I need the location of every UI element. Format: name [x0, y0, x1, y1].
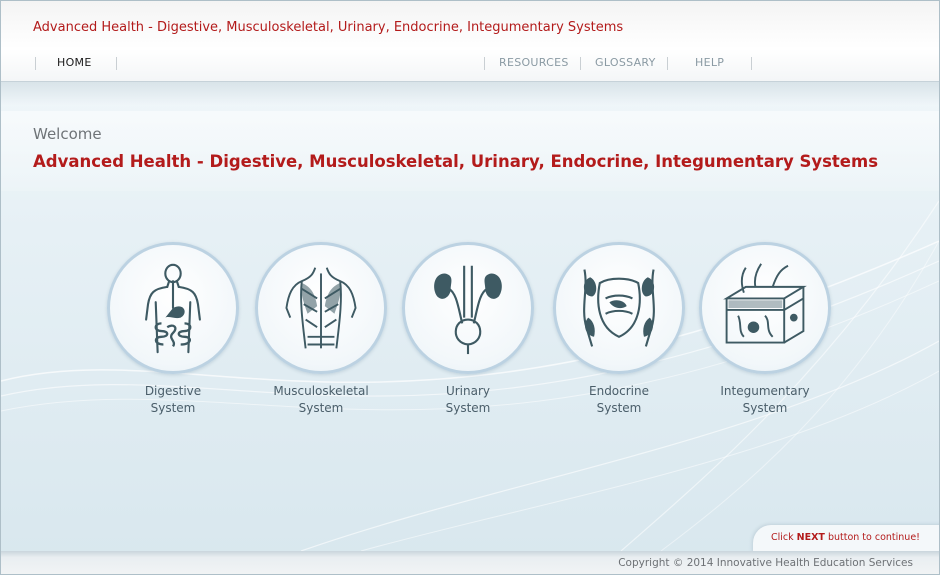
digestive-label: Digestive System [103, 383, 243, 417]
endocrine-system-button[interactable]: Endocrine System [549, 242, 689, 417]
next-hint-prefix: Click [771, 532, 797, 543]
system-label-line: System [742, 401, 788, 415]
nav-divider [484, 57, 485, 70]
system-label-line: Integumentary [720, 384, 810, 398]
system-label-line: Endocrine [589, 384, 649, 398]
header-bar: Advanced Health - Digestive, Musculoskel… [1, 1, 939, 82]
musculoskeletal-system-icon [285, 267, 357, 349]
system-label-line: System [150, 401, 196, 415]
nav-divider [580, 57, 581, 70]
system-label-line: Musculoskeletal [273, 384, 369, 398]
endocrine-system-icon [583, 269, 655, 347]
musculoskeletal-system-button[interactable]: Musculoskeletal System [251, 242, 391, 417]
copyright-text: Copyright © 2014 Innovative Health Educa… [618, 557, 913, 569]
system-label-line: Digestive [144, 384, 202, 398]
system-label-line: Urinary [445, 384, 491, 398]
nav-divider [116, 57, 117, 70]
urinary-system-icon [434, 265, 502, 355]
next-hint-suffix: button to continue! [824, 532, 920, 543]
nav-resources[interactable]: RESOURCES [499, 56, 569, 69]
endocrine-circle[interactable] [553, 242, 685, 374]
digestive-circle[interactable] [107, 242, 239, 374]
nav-help[interactable]: HELP [695, 56, 724, 69]
page-title: Advanced Health - Digestive, Musculoskel… [33, 152, 879, 171]
app-title: Advanced Health - Digestive, Musculoskel… [33, 20, 624, 35]
musculoskeletal-label: Musculoskeletal System [251, 383, 391, 417]
digestive-system-button[interactable]: Digestive System [103, 242, 243, 417]
header-shadow [1, 81, 939, 105]
integumentary-system-button[interactable]: Integumentary System [695, 242, 835, 417]
title-band [1, 111, 939, 191]
urinary-label: Urinary System [398, 383, 538, 417]
musculoskeletal-circle[interactable] [255, 242, 387, 374]
next-hint-strong: NEXT [796, 532, 825, 543]
course-window: Advanced Health - Digestive, Musculoskel… [0, 0, 940, 575]
digestive-system-icon [145, 263, 201, 354]
integumentary-circle[interactable] [699, 242, 831, 374]
system-label-line: System [596, 401, 642, 415]
system-label-line: System [445, 401, 491, 415]
nav-glossary[interactable]: GLOSSARY [595, 56, 656, 69]
welcome-text: Welcome [33, 125, 102, 143]
system-label-line: System [298, 401, 344, 415]
nav-divider [667, 57, 668, 70]
integumentary-system-icon [723, 263, 807, 344]
nav-home[interactable]: HOME [57, 56, 92, 69]
endocrine-label: Endocrine System [549, 383, 689, 417]
urinary-circle[interactable] [402, 242, 534, 374]
integumentary-label: Integumentary System [695, 383, 835, 417]
next-hint-text: Click NEXT button to continue! [771, 532, 920, 543]
urinary-system-button[interactable]: Urinary System [398, 242, 538, 417]
nav-divider [35, 57, 36, 70]
nav-divider [751, 57, 752, 70]
